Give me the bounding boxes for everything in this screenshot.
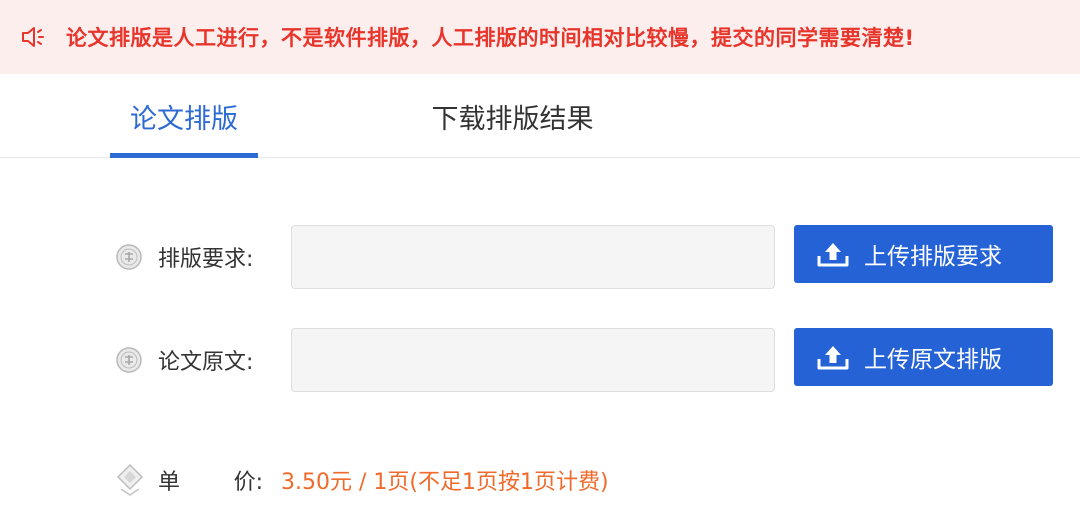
- upload-requirements-label: 上传排版要求: [864, 244, 1002, 270]
- active-tab-indicator: [110, 153, 258, 158]
- tab-label: 下载排版结果: [431, 103, 594, 135]
- seal-icon: [114, 345, 144, 375]
- tab-typesetting[interactable]: 论文排版: [110, 74, 258, 158]
- diamond-tag-icon: [114, 463, 146, 497]
- price-label: 单 价:: [158, 464, 281, 496]
- price-label-right: 价:: [233, 470, 263, 495]
- tab-download-results[interactable]: 下载排版结果: [405, 74, 620, 158]
- original-label-text: 论文原文:: [158, 350, 254, 375]
- original-row: 论文原文: 上传原文排版: [0, 328, 1080, 392]
- original-label: 论文原文:: [114, 328, 253, 392]
- upload-original-button[interactable]: 上传原文排版: [794, 328, 1053, 386]
- notice-banner: 论文排版是人工进行，不是软件排版，人工排版的时间相对比较慢，提交的同学需要清楚!: [0, 0, 1080, 74]
- tab-label: 论文排版: [130, 103, 238, 135]
- price-value: 3.50元 / 1页(不足1页按1页计费): [281, 470, 609, 495]
- requirements-row: 排版要求: 上传排版要求: [0, 225, 1080, 289]
- upload-requirements-button[interactable]: 上传排版要求: [794, 225, 1053, 283]
- seal-icon: [114, 242, 144, 272]
- upload-icon: [816, 342, 850, 372]
- original-input[interactable]: [291, 328, 775, 392]
- speaker-icon: [18, 22, 48, 52]
- tab-bar: 论文排版 下载排版结果: [0, 74, 1080, 158]
- requirements-label: 排版要求:: [114, 225, 253, 289]
- upload-original-label: 上传原文排版: [864, 347, 1002, 373]
- requirements-label-text: 排版要求:: [158, 247, 254, 272]
- price-row: 单 价: 3.50元 / 1页(不足1页按1页计费): [114, 458, 609, 502]
- notice-text: 论文排版是人工进行，不是软件排版，人工排版的时间相对比较慢，提交的同学需要清楚!: [66, 26, 915, 50]
- upload-icon: [816, 239, 850, 269]
- price-label-left: 单: [158, 470, 181, 495]
- requirements-input[interactable]: [291, 225, 775, 289]
